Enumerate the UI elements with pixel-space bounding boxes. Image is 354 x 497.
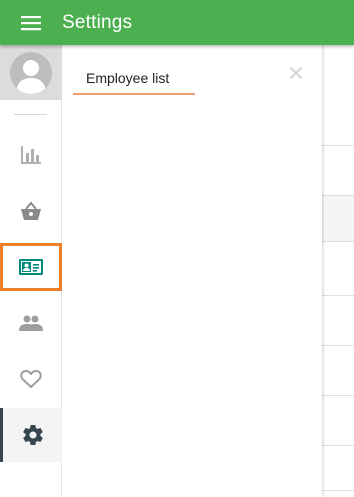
row-divider (322, 445, 354, 446)
app-bar: Settings (0, 0, 354, 45)
sidebar-divider (14, 114, 47, 115)
background-content (322, 45, 354, 497)
user-avatar-icon (10, 51, 52, 94)
flyout-panel: Employee list (62, 45, 322, 497)
tab-employee-list[interactable]: Employee list (73, 67, 195, 95)
heart-icon (20, 369, 42, 388)
page-title: Settings (62, 11, 133, 33)
sidebar (0, 45, 62, 497)
basket-icon (21, 201, 41, 220)
people-icon (19, 315, 43, 331)
table-header-band (322, 195, 354, 242)
avatar[interactable] (0, 45, 62, 100)
row-divider (322, 145, 354, 146)
sidebar-item-customers[interactable] (0, 299, 62, 347)
bar-chart-icon (21, 146, 41, 164)
row-divider (322, 395, 354, 396)
id-card-icon (19, 259, 43, 275)
row-divider (322, 490, 354, 491)
sidebar-item-settings[interactable] (0, 408, 62, 462)
sidebar-item-shop[interactable] (0, 187, 62, 235)
close-icon (290, 67, 302, 79)
sidebar-item-favorites[interactable] (0, 355, 62, 403)
hamburger-menu-icon (21, 15, 41, 30)
sidebar-item-reports[interactable] (0, 131, 62, 179)
sidebar-item-employees[interactable] (0, 243, 62, 291)
row-divider (322, 345, 354, 346)
row-divider (322, 295, 354, 296)
menu-button[interactable] (0, 0, 62, 45)
gear-icon (22, 425, 43, 446)
close-button[interactable] (286, 63, 306, 83)
